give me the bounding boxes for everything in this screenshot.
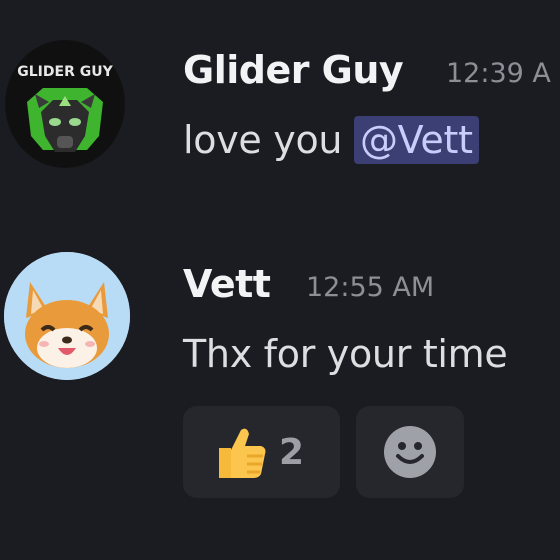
message-content: Thx for your time (183, 332, 508, 376)
avatar-text: GLIDER GUY (17, 64, 113, 80)
glider-guy-avatar-icon: GLIDER GUY (5, 40, 125, 168)
message-text: love you (183, 118, 354, 162)
reaction-count: 2 (279, 431, 305, 473)
message-vett[interactable]: Vett 12:55 AM Thx for your time 2 (0, 230, 560, 560)
add-reaction-button[interactable] (356, 406, 464, 498)
user-mention[interactable]: @Vett (353, 116, 479, 164)
message-timestamp[interactable]: 12:55 AM (306, 272, 434, 303)
avatar[interactable] (4, 252, 130, 380)
fox-avatar-icon (4, 252, 130, 380)
thumbs-up-icon (219, 428, 266, 478)
message-content: love you @Vett (183, 116, 479, 164)
add-reaction-smile-icon (384, 426, 436, 478)
reaction-thumbs-up[interactable]: 2 (183, 406, 340, 498)
message-timestamp[interactable]: 12:39 A (446, 58, 551, 89)
author-name[interactable]: Vett (183, 262, 271, 306)
author-name[interactable]: Glider Guy (183, 48, 404, 92)
avatar[interactable]: GLIDER GUY (5, 40, 125, 168)
message-glider-guy[interactable]: GLIDER GUY Glider Guy 12:39 A love you @… (0, 0, 560, 230)
